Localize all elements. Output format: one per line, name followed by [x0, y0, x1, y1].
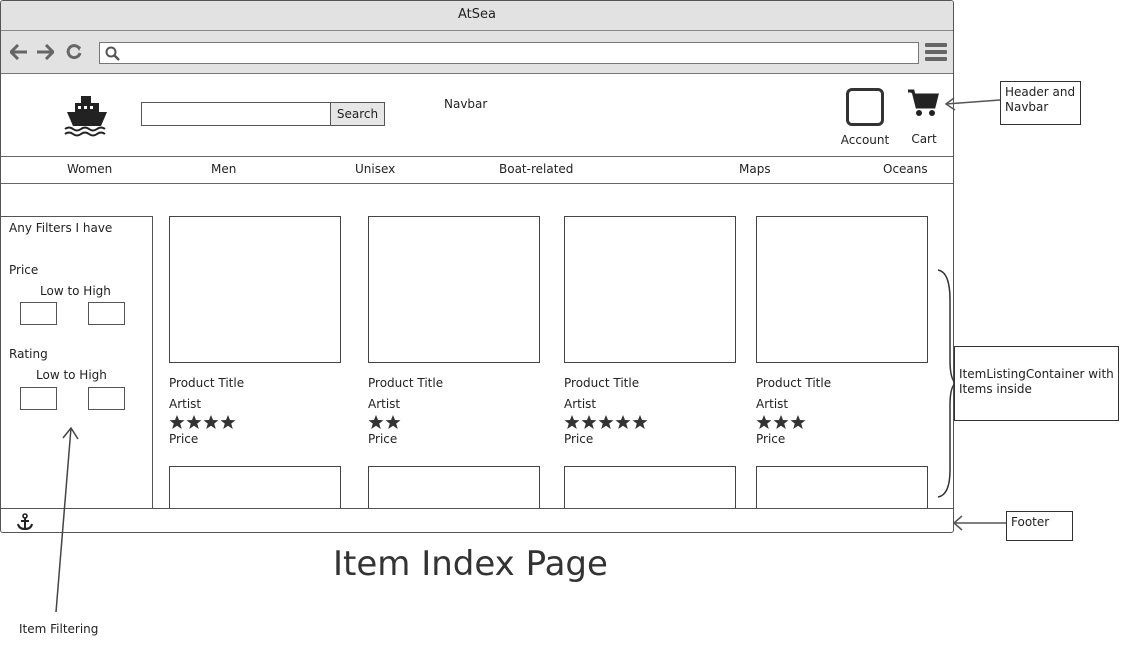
item-filtering-note: Item Filtering	[19, 622, 99, 636]
header-navbar-note: Header and Navbar	[1000, 81, 1081, 125]
footer-note: Footer	[1006, 511, 1073, 541]
page-title: Item Index Page	[333, 544, 608, 584]
item-listing-note: ItemListingContainer with Items inside	[954, 346, 1119, 421]
